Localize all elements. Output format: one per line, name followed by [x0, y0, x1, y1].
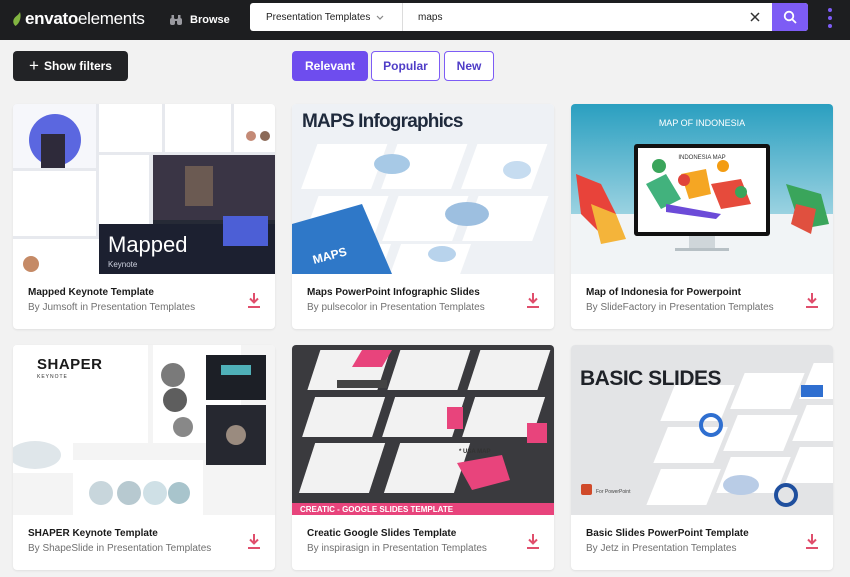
- thumb-title-text: MAPS Infographics: [302, 111, 463, 132]
- search-bar: Presentation Templates: [250, 3, 808, 31]
- sort-new-button[interactable]: New: [444, 51, 494, 81]
- download-icon[interactable]: [246, 533, 262, 550]
- download-icon[interactable]: [525, 292, 541, 309]
- item-title[interactable]: Basic Slides PowerPoint Template: [586, 528, 749, 539]
- search-input[interactable]: [410, 3, 740, 31]
- item-title[interactable]: SHAPER Keynote Template: [28, 528, 158, 539]
- thumb-title-text: CREATIC - GOOGLE SLIDES TEMPLATE: [300, 505, 454, 514]
- item-title[interactable]: Map of Indonesia for Powerpoint: [586, 287, 741, 298]
- maps-infographics-preview-image: MAPS Infographics MAPS: [292, 104, 554, 274]
- item-author[interactable]: By SlideFactory in Presentation Template…: [586, 302, 774, 313]
- search-icon: [783, 10, 797, 24]
- thumb-subtitle-text: KEYNOTE: [37, 374, 68, 380]
- category-dropdown[interactable]: Presentation Templates: [250, 3, 403, 31]
- item-card[interactable]: CREATIC - GOOGLE SLIDES TEMPLATE * USA M…: [292, 345, 554, 570]
- item-author[interactable]: By pulsecolor in Presentation Templates: [307, 302, 485, 313]
- download-icon[interactable]: [804, 533, 820, 550]
- category-dropdown-value: Presentation Templates: [266, 11, 371, 23]
- item-title[interactable]: Creatic Google Slides Template: [307, 528, 456, 539]
- download-icon[interactable]: [525, 533, 541, 550]
- sort-popular-button[interactable]: Popular: [371, 51, 440, 81]
- binoculars-icon: [170, 15, 182, 25]
- mapped-preview-image: Mapped Keynote: [13, 104, 275, 274]
- top-navigation-bar: envato elements Browse Presentation Templ…: [0, 0, 850, 40]
- item-thumbnail[interactable]: MAP OF INDONESIA INDONESIA MAP: [571, 104, 833, 274]
- download-icon[interactable]: [246, 292, 262, 309]
- basic-slides-preview-image: BASIC SLIDES For PowerPoint: [571, 345, 833, 515]
- item-card[interactable]: MAPS Infographics MAPS Maps PowerPoint I…: [292, 104, 554, 329]
- shaper-preview-image: SHAPER KEYNOTE: [13, 345, 275, 515]
- thumb-subtitle-text: INDONESIA MAP: [678, 155, 725, 161]
- chevron-down-icon: [376, 15, 384, 20]
- clear-search-icon[interactable]: [747, 9, 763, 25]
- thumb-title-text: SHAPER: [37, 356, 103, 373]
- plus-icon: +: [29, 56, 39, 75]
- sort-relevant-button[interactable]: Relevant: [292, 51, 368, 81]
- item-card[interactable]: MAP OF INDONESIA INDONESIA MAP Map of In…: [571, 104, 833, 329]
- item-author[interactable]: By inspirasign in Presentation Templates: [307, 543, 487, 554]
- more-options-icon[interactable]: [824, 8, 836, 28]
- item-title[interactable]: Maps PowerPoint Infographic Slides: [307, 287, 480, 298]
- indonesia-map-preview-image: MAP OF INDONESIA INDONESIA MAP: [571, 104, 833, 274]
- thumb-subtitle-text: For PowerPoint: [596, 489, 631, 495]
- creatic-preview-image: CREATIC - GOOGLE SLIDES TEMPLATE * USA M…: [292, 345, 554, 515]
- item-author[interactable]: By Jumsoft in Presentation Templates: [28, 302, 195, 313]
- item-author[interactable]: By Jetz in Presentation Templates: [586, 543, 736, 554]
- envato-leaf-icon: [13, 11, 21, 26]
- show-filters-button[interactable]: + Show filters: [13, 51, 128, 81]
- item-card[interactable]: Mapped Keynote Mapped Keynote Template B…: [13, 104, 275, 329]
- thumb-title-text: MAP OF INDONESIA: [659, 118, 745, 128]
- item-thumbnail[interactable]: Mapped Keynote: [13, 104, 275, 274]
- item-author[interactable]: By ShapeSlide in Presentation Templates: [28, 543, 211, 554]
- thumb-subtitle-text: Keynote: [108, 260, 138, 269]
- thumb-subtitle-text: * USA MAP: [459, 449, 490, 455]
- item-thumbnail[interactable]: BASIC SLIDES For PowerPoint: [571, 345, 833, 515]
- thumb-title-text: BASIC SLIDES: [580, 367, 722, 390]
- logo-envato-text: envato: [25, 9, 78, 28]
- browse-label: Browse: [190, 14, 230, 26]
- thumb-title-text: Mapped: [108, 232, 188, 257]
- item-card[interactable]: BASIC SLIDES For PowerPoint Basic Slides…: [571, 345, 833, 570]
- logo-elements-text: elements: [78, 9, 145, 28]
- item-thumbnail[interactable]: SHAPER KEYNOTE: [13, 345, 275, 515]
- search-button[interactable]: [772, 3, 808, 31]
- envato-elements-logo[interactable]: envato elements: [12, 9, 145, 29]
- item-title[interactable]: Mapped Keynote Template: [28, 287, 154, 298]
- download-icon[interactable]: [804, 292, 820, 309]
- item-thumbnail[interactable]: CREATIC - GOOGLE SLIDES TEMPLATE * USA M…: [292, 345, 554, 515]
- show-filters-label: Show filters: [43, 59, 112, 73]
- browse-button[interactable]: Browse: [169, 10, 230, 30]
- item-card[interactable]: SHAPER KEYNOTE SHAPER Keynote Template B…: [13, 345, 275, 570]
- item-thumbnail[interactable]: MAPS Infographics MAPS: [292, 104, 554, 274]
